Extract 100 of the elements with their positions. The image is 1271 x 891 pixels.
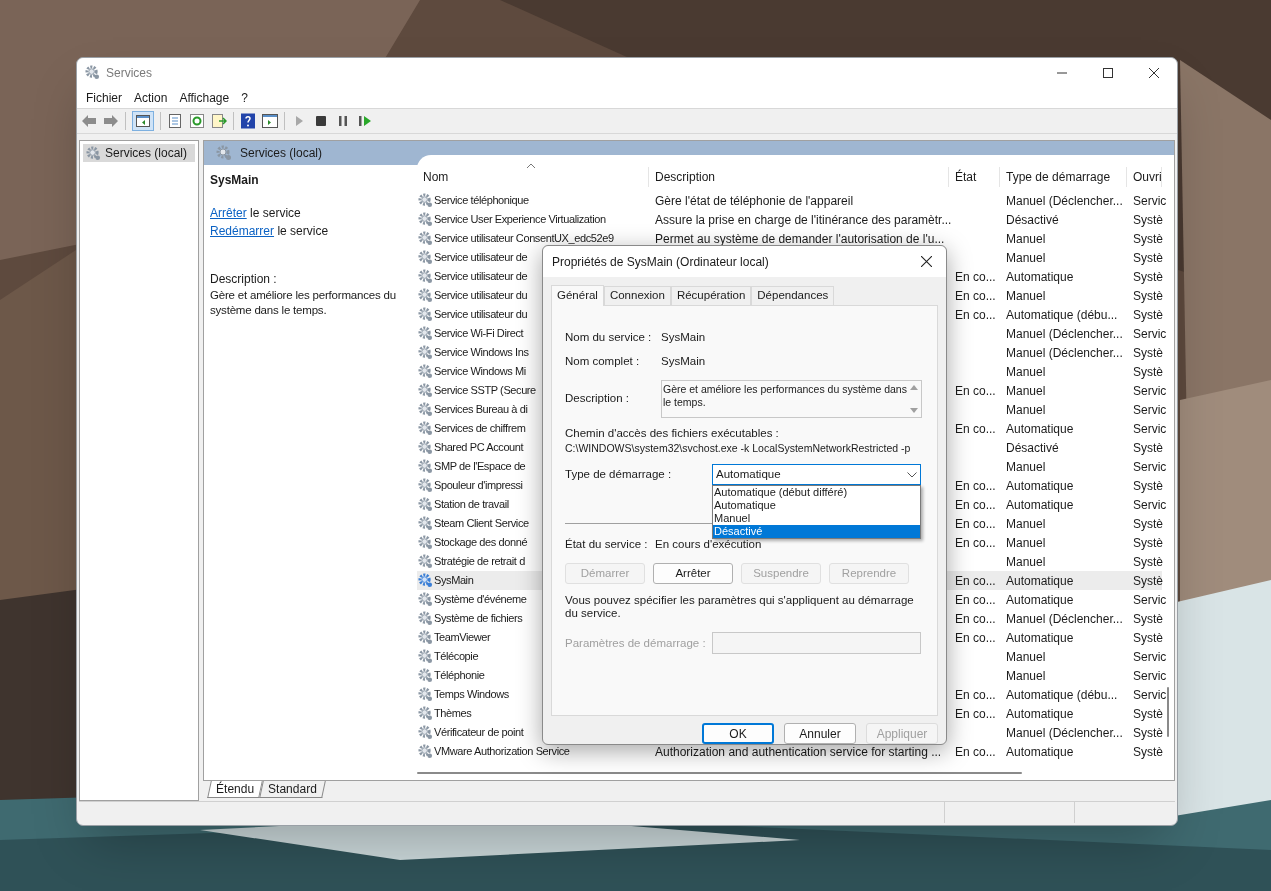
action-link[interactable]: Redémarrer <box>210 224 275 238</box>
menu-item[interactable]: Action <box>128 88 174 107</box>
service-state: En co... <box>955 573 996 588</box>
startup-type: Automatique <box>1006 744 1074 759</box>
refresh-icon[interactable] <box>189 113 205 129</box>
log-on-as: Systè <box>1133 611 1163 626</box>
description-box[interactable]: Gère et améliore les performances du système dans le temps. <box>661 380 922 418</box>
service-name[interactable]: Service SSTP (Secure <box>418 382 536 399</box>
dropdown-option[interactable]: Automatique (début différé) <box>713 486 920 499</box>
startup-type: Manuel <box>1006 383 1046 398</box>
dialog-tab[interactable]: Dépendances <box>751 286 835 305</box>
dialog-tab[interactable]: Récupération <box>670 286 752 305</box>
dialog-tab[interactable]: Connexion <box>603 286 671 305</box>
back-arrow-icon[interactable] <box>81 113 97 129</box>
dialog-button[interactable]: OK <box>702 723 774 744</box>
service-name[interactable]: Système d'événeme <box>418 591 527 608</box>
service-name[interactable]: Téléphonie <box>418 667 485 684</box>
view-tab[interactable]: Étendu <box>207 781 263 798</box>
service-name[interactable]: Services Bureau à di <box>418 401 528 418</box>
action-link[interactable]: Arrêter <box>210 206 247 220</box>
service-name[interactable]: SMP de l'Espace de <box>418 458 526 475</box>
export-list-icon[interactable] <box>211 113 227 129</box>
scroll-up-icon[interactable] <box>910 385 918 390</box>
help-icon[interactable] <box>240 113 256 129</box>
service-name[interactable]: Service utilisateur de <box>418 249 528 266</box>
console-tree-toggle-button[interactable] <box>132 111 154 131</box>
log-on-as: Systè <box>1133 744 1163 759</box>
log-on-as: Servic <box>1133 402 1167 417</box>
gear-icon <box>418 497 433 512</box>
close-icon <box>1149 67 1159 78</box>
service-name[interactable]: Station de travail <box>418 496 509 513</box>
service-status: En cours d'exécution <box>655 537 762 552</box>
service-name[interactable]: VMware Authorization Service <box>418 743 570 760</box>
properties-icon[interactable] <box>167 113 183 129</box>
scroll-down-icon[interactable] <box>910 408 918 413</box>
service-name[interactable]: Stratégie de retrait d <box>418 553 525 570</box>
dropdown-option[interactable]: Désactivé <box>713 525 920 538</box>
service-name[interactable]: Thèmes <box>418 705 472 722</box>
service-control-button[interactable]: Arrêter <box>653 563 733 585</box>
gear-icon <box>418 725 433 740</box>
column-header[interactable]: Type de démarrage <box>1000 167 1127 187</box>
service-name[interactable]: Stockage des donné <box>418 534 528 551</box>
view-tab[interactable]: Standard <box>259 781 326 798</box>
service-name[interactable]: TeamViewer <box>418 629 491 646</box>
menu-item[interactable]: ? <box>235 88 254 107</box>
service-name[interactable]: Service Wi-Fi Direct <box>418 325 524 342</box>
service-state: En co... <box>955 744 996 759</box>
dropdown-option[interactable]: Automatique <box>713 499 920 512</box>
service-name[interactable]: Service utilisateur du <box>418 306 528 323</box>
service-name[interactable]: Steam Client Service <box>418 515 529 532</box>
service-name[interactable]: Service utilisateur du <box>418 287 528 304</box>
column-header[interactable]: Nom <box>417 167 649 187</box>
startup-type: Automatique <box>1006 630 1074 645</box>
service-name[interactable]: Services de chiffrem <box>418 420 526 437</box>
forward-arrow-icon[interactable] <box>103 113 119 129</box>
action-text: Arrêter le service <box>210 205 302 222</box>
column-header[interactable]: État <box>949 167 1000 187</box>
service-name[interactable]: SysMain <box>418 572 474 589</box>
startup-type: Automatique <box>1006 421 1074 436</box>
dropdown-option[interactable]: Manuel <box>713 512 920 525</box>
service-name[interactable]: Service utilisateur ConsentUX_edc52e9 <box>418 230 614 247</box>
service-name[interactable]: Télécopie <box>418 648 479 665</box>
service-name[interactable]: Système de fichiers <box>418 610 523 627</box>
gear-icon <box>418 592 433 607</box>
log-on-as: Servic <box>1133 592 1167 607</box>
column-header[interactable]: Description <box>649 167 949 187</box>
gear-icon <box>418 478 433 493</box>
startup-parameters-field[interactable] <box>712 632 921 655</box>
service-name[interactable]: Service Windows Ins <box>418 344 529 361</box>
startup-type-dropdown[interactable]: Automatique <box>712 464 921 485</box>
column-header[interactable]: Ouvri <box>1127 167 1162 187</box>
gear-icon <box>418 307 433 322</box>
gear-icon <box>418 516 433 531</box>
service-name[interactable]: Spouleur d'impressi <box>418 477 523 494</box>
service-description: Assure la prise en charge de l'itinérance des paramètr... <box>655 212 952 227</box>
service-name[interactable]: Service Windows Mi <box>418 363 526 380</box>
startup-type: Manuel <box>1006 535 1046 550</box>
log-on-as: Systè <box>1133 630 1163 645</box>
service-name[interactable]: Service utilisateur de <box>418 268 528 285</box>
log-on-as: Systè <box>1133 554 1163 569</box>
service-description: Permet au système de demander l'autorisation de l'u... <box>655 231 945 246</box>
dialog-tab[interactable]: Général <box>551 285 604 306</box>
service-name[interactable]: Temps Windows <box>418 686 509 703</box>
restart-icon[interactable] <box>357 113 373 129</box>
startup-type: Manuel (Déclencher... <box>1006 345 1123 360</box>
tree-item[interactable]: Services (local) <box>83 144 195 162</box>
maximize-icon <box>1103 67 1113 78</box>
service-name[interactable]: Vérificateur de point <box>418 724 524 741</box>
gear-icon <box>418 212 433 227</box>
service-state: En co... <box>955 421 996 436</box>
gear-icon <box>216 145 232 161</box>
dialog-button[interactable]: Annuler <box>784 723 856 744</box>
menu-item[interactable]: Fichier <box>80 88 128 107</box>
stop-icon[interactable] <box>313 113 329 129</box>
service-name[interactable]: Shared PC Account <box>418 439 524 456</box>
menu-item[interactable]: Affichage <box>173 88 236 107</box>
service-name[interactable]: Service téléphonique <box>418 192 529 209</box>
service-name[interactable]: Service User Experience Virtualization <box>418 211 606 228</box>
service-state: En co... <box>955 611 996 626</box>
action-pane-toggle-icon[interactable] <box>262 113 278 129</box>
